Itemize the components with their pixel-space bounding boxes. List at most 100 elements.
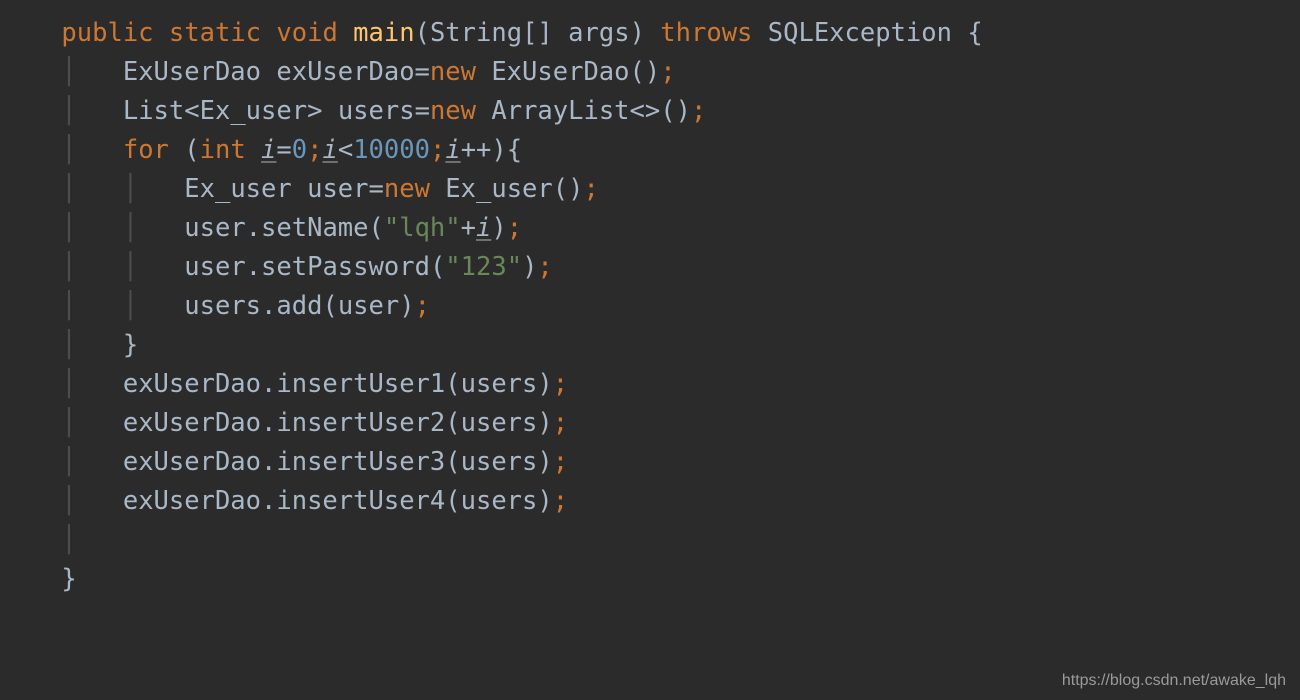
ident-user: user	[338, 291, 399, 321]
punct: (	[445, 408, 460, 438]
num-10000: 10000	[353, 135, 430, 165]
ident-users: users	[184, 291, 261, 321]
punct: (	[430, 252, 445, 282]
punct: .	[261, 369, 276, 399]
kw-new: new	[384, 174, 430, 204]
indent-guide: │	[123, 174, 138, 204]
punct: .	[246, 252, 261, 282]
indent-guide: │	[61, 447, 76, 477]
ident-user: user	[307, 174, 368, 204]
kw-int: int	[200, 135, 246, 165]
watermark: https://blog.csdn.net/awake_lqh	[1062, 672, 1286, 690]
punct: .	[246, 213, 261, 243]
ident-users: users	[461, 408, 538, 438]
punct-semi: ;	[430, 135, 445, 165]
kw-public: public	[61, 18, 153, 48]
str-lqh: "lqh"	[384, 213, 461, 243]
punct: )	[645, 57, 660, 87]
punct: )	[537, 447, 552, 477]
punct: )	[522, 252, 537, 282]
method-insertuser4: insertUser4	[276, 486, 445, 516]
kw-static: static	[169, 18, 261, 48]
num-0: 0	[292, 135, 307, 165]
indent-guide: │	[61, 96, 76, 126]
ident-exuserdao: exUserDao	[123, 408, 261, 438]
punct-semi: ;	[307, 135, 322, 165]
kw-for: for	[123, 135, 169, 165]
type-string-array: String[]	[430, 18, 553, 48]
punct: >	[307, 96, 322, 126]
punct-semi: ;	[507, 213, 522, 243]
ident-args: args	[568, 18, 629, 48]
kw-new: new	[430, 57, 476, 87]
method-insertuser3: insertUser3	[276, 447, 445, 477]
method-insertuser1: insertUser1	[276, 369, 445, 399]
punct: }	[61, 564, 76, 594]
ident-i: i	[322, 135, 337, 165]
ident-users: users	[461, 447, 538, 477]
punct: (	[445, 369, 460, 399]
punct-semi: ;	[583, 174, 598, 204]
punct-semi: ;	[553, 408, 568, 438]
type-exuserdao: ExUserDao	[123, 57, 261, 87]
punct: =	[369, 174, 384, 204]
type-exuser: Ex_user	[200, 96, 307, 126]
ident-users: users	[461, 369, 538, 399]
indent-guide: │	[61, 291, 76, 321]
indent-guide: │	[61, 330, 76, 360]
punct: (	[415, 18, 430, 48]
code-block: public static void main(String[] args) t…	[0, 0, 1300, 599]
punct: <>	[630, 96, 661, 126]
punct: .	[261, 447, 276, 477]
type-exuserdao: ExUserDao	[491, 57, 629, 87]
kw-throws: throws	[660, 18, 752, 48]
punct: (	[184, 135, 199, 165]
indent-guide: │	[123, 291, 138, 321]
punct: (	[445, 447, 460, 477]
punct-semi: ;	[691, 96, 706, 126]
punct: ++	[461, 135, 492, 165]
punct: )	[630, 18, 645, 48]
method-add: add	[276, 291, 322, 321]
punct: <	[184, 96, 199, 126]
punct: <	[338, 135, 353, 165]
method-setpassword: setPassword	[261, 252, 430, 282]
punct: (	[445, 486, 460, 516]
punct: )	[676, 96, 691, 126]
punct: )	[568, 174, 583, 204]
type-arraylist: ArrayList	[491, 96, 629, 126]
indent-guide: │	[61, 408, 76, 438]
ident-exuserdao: exUserDao	[123, 486, 261, 516]
indent-guide: │	[61, 57, 76, 87]
fn-main: main	[353, 18, 414, 48]
ident-exuserdao: exUserDao	[276, 57, 414, 87]
punct: )	[537, 486, 552, 516]
ident-exuserdao: exUserDao	[123, 447, 261, 477]
punct: (	[322, 291, 337, 321]
punct-semi: ;	[553, 486, 568, 516]
type-list: List	[123, 96, 184, 126]
punct: )	[537, 369, 552, 399]
punct: .	[261, 408, 276, 438]
kw-void: void	[276, 18, 337, 48]
punct-semi: ;	[415, 291, 430, 321]
ident-user: user	[184, 252, 245, 282]
punct: {	[967, 18, 982, 48]
ident-users: users	[338, 96, 415, 126]
indent-guide: │	[61, 135, 76, 165]
kw-new: new	[430, 96, 476, 126]
punct: )	[399, 291, 414, 321]
punct: =	[415, 96, 430, 126]
punct: )	[491, 213, 506, 243]
punct: .	[261, 291, 276, 321]
punct-semi: ;	[553, 369, 568, 399]
punct: .	[261, 486, 276, 516]
punct: =	[415, 57, 430, 87]
ident-users: users	[461, 486, 538, 516]
punct-semi: ;	[660, 57, 675, 87]
punct: +	[461, 213, 476, 243]
punct: )	[491, 135, 506, 165]
str-123: "123"	[445, 252, 522, 282]
indent-guide: │	[61, 369, 76, 399]
punct: (	[660, 96, 675, 126]
